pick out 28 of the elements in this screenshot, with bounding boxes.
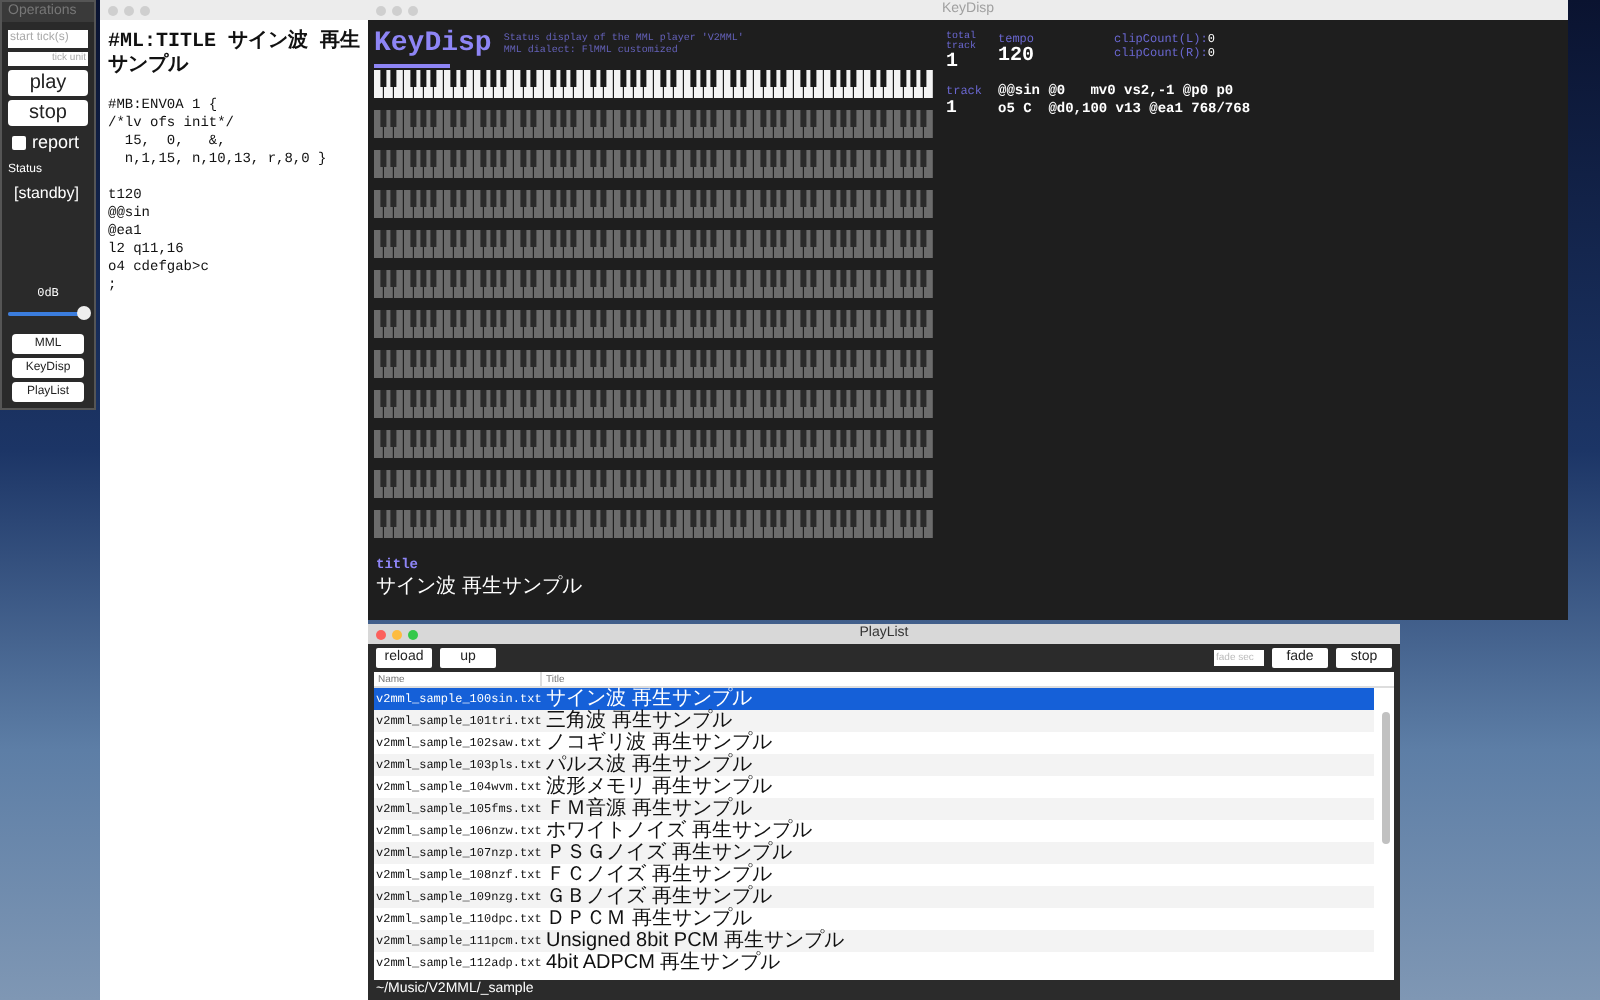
song-title-cell-text: Unsigned 8bit PCM 再生サンプル <box>544 930 846 952</box>
song-title-cell-text: 波形メモリ 再生サンプル <box>544 776 774 798</box>
track-value: 1 <box>946 98 959 118</box>
keydisp-heading: KeyDisp <box>374 25 492 63</box>
volume-slider-thumb[interactable] <box>77 306 91 320</box>
song-title-cell-text: パルス波 再生サンプル <box>544 754 752 776</box>
song-title-cell-text: ＧＢノイズ 再生サンプル <box>544 886 774 908</box>
song-title-cell-text: ホワイトノイズ 再生サンプル <box>544 820 814 842</box>
report-label: report <box>32 132 80 152</box>
song-title-cell-text: ＰＳＧノイズ 再生サンプル <box>544 842 794 864</box>
song-title-cell-text: ＦＣノイズ 再生サンプル <box>544 864 774 886</box>
song-title-cell-text: ＤＰＣＭ 再生サンプル <box>544 908 752 930</box>
tempo-value: 120 <box>998 46 1037 68</box>
status-text: [standby] <box>12 184 81 202</box>
song-title-cell-text: 三角波 再生サンプル <box>544 710 733 732</box>
volume-slider[interactable] <box>8 306 88 320</box>
song-title-cell-text: ＦＭ音源 再生サンプル <box>544 798 754 820</box>
playback-button[interactable]: play <box>8 70 88 96</box>
playback-button[interactable]: stop <box>8 100 88 126</box>
song-title-cell-text: ノコギリ波 再生サンプル <box>544 732 774 754</box>
report-checkbox[interactable] <box>12 135 26 149</box>
song-title-cell-text: サイン波 再生サンプル <box>544 688 754 710</box>
song-title-cell-text: 4bit ADPCM 再生サンプル <box>544 952 783 974</box>
scrollbar-thumb[interactable] <box>1382 712 1390 844</box>
code-line: #ML:TITLE サイン波 再生サンプル <box>108 32 360 80</box>
total-track-value: 1 <box>946 52 961 74</box>
song-title-value: サイン波 再生サンプル <box>376 576 584 600</box>
scroll-indicator <box>374 64 450 68</box>
